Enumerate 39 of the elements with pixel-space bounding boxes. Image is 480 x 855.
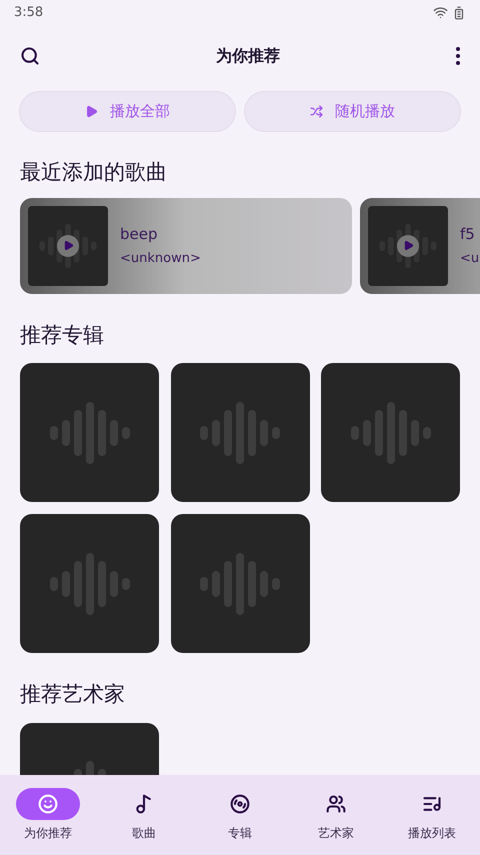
music-note-icon [134, 794, 154, 814]
waveform-icon [198, 552, 282, 616]
play-icon [85, 105, 98, 118]
people-icon [326, 794, 346, 814]
nav-tab[interactable]: 为你推荐 [0, 788, 96, 842]
album-art[interactable] [321, 363, 460, 502]
nav-tab[interactable]: 播放列表 [384, 788, 480, 842]
search-icon [20, 46, 40, 66]
album-art[interactable] [20, 514, 159, 653]
album-art[interactable] [20, 363, 159, 502]
song-title: beep [120, 224, 158, 244]
song-artist: <unknown> [120, 250, 201, 268]
waveform-icon [198, 400, 282, 464]
disc-icon [230, 794, 250, 814]
album-art[interactable] [170, 363, 310, 502]
section-title: 推荐专辑 [19, 322, 105, 348]
play-icon [397, 234, 419, 256]
playlist-icon [422, 794, 442, 814]
shuffle-icon [310, 105, 323, 118]
page-title: 为你推荐 [216, 45, 280, 67]
play-icon [57, 234, 79, 256]
section-title: 推荐艺术家 [19, 681, 126, 708]
wifi-icon [433, 5, 448, 20]
song-title: f5 [460, 224, 476, 244]
song-card[interactable]: f5 <u [360, 198, 480, 294]
waveform-icon [348, 400, 433, 464]
song-card[interactable]: beep <unknown> [20, 198, 352, 294]
status-time: 3:58 [14, 4, 44, 22]
face-icon [38, 794, 58, 814]
section-title: 最近添加的歌曲 [19, 159, 168, 186]
waveform-icon [48, 400, 132, 464]
nav-tab[interactable]: 专辑 [192, 788, 288, 842]
waveform-icon [48, 552, 132, 616]
battery-icon [452, 6, 466, 20]
more-icon [456, 47, 460, 65]
song-artist: <u [460, 250, 480, 268]
nav-tab[interactable]: 歌曲 [96, 788, 192, 842]
album-art[interactable] [170, 514, 310, 653]
nav-tab[interactable]: 艺术家 [288, 788, 384, 842]
